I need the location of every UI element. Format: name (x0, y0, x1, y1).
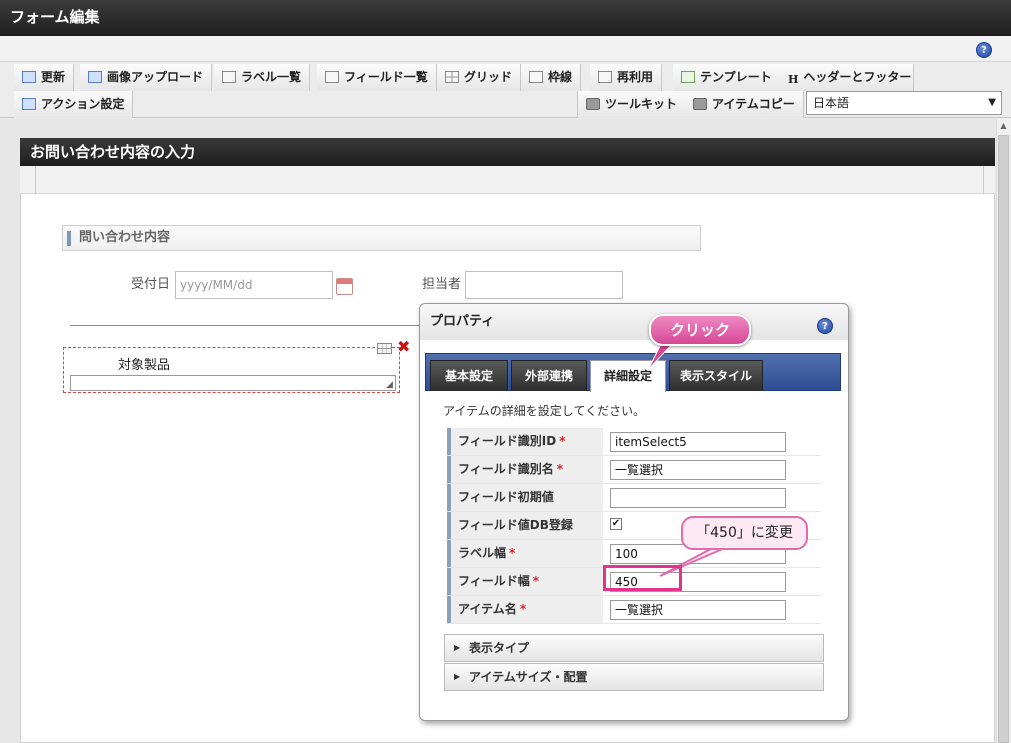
template-button[interactable]: テンプレート (673, 64, 781, 91)
delete-item-icon[interactable]: ✖ (397, 339, 410, 355)
scroll-up-icon[interactable]: ▲ (996, 121, 1011, 133)
item-copy-icon (693, 98, 707, 110)
target-product-field[interactable] (70, 375, 396, 391)
image-upload-icon (88, 71, 102, 83)
update-button[interactable]: 更新 (14, 64, 75, 91)
window-title: フォーム編集 (0, 0, 1011, 36)
refresh-icon (22, 71, 36, 83)
border-icon (529, 71, 543, 83)
language-select[interactable]: 日本語 ▼ (806, 91, 1002, 115)
assignee-label: 担当者 (422, 277, 462, 292)
border-button[interactable]: 枠線 (521, 64, 582, 91)
item-name-input[interactable]: 一覧選択 (610, 600, 786, 620)
divider-line (70, 325, 430, 326)
action-settings-button[interactable]: アクション設定 (14, 91, 134, 118)
tab-external-integration[interactable]: 外部連携 (511, 360, 587, 391)
tab-basic-settings[interactable]: 基本設定 (430, 360, 508, 391)
image-upload-button[interactable]: 画像アップロード (80, 64, 213, 91)
expand-arrow-icon: ▶ (454, 672, 461, 681)
form-header-row (20, 166, 995, 194)
target-product-label: 対象製品 (118, 358, 171, 373)
action-icon (22, 98, 36, 110)
field-initial-value-label: フィールド初期値 (458, 490, 554, 504)
item-copy-button[interactable]: アイテムコピー (685, 91, 804, 118)
received-date-input[interactable]: yyyy/MM/dd (175, 271, 333, 299)
calendar-icon[interactable] (336, 278, 353, 295)
received-date-label: 受付日 (131, 277, 171, 292)
toolkit-button[interactable]: ツールキット (577, 91, 687, 118)
toolkit-icon (586, 98, 600, 110)
resize-grip-icon[interactable]: ◢ (386, 380, 393, 390)
form-title: お問い合わせ内容の入力 (20, 138, 995, 166)
help-bar: ? (0, 36, 1011, 62)
reuse-button[interactable]: 再利用 (590, 64, 663, 91)
field-list-button[interactable]: フィールド一覧 (317, 64, 437, 91)
item-properties-icon[interactable] (377, 343, 392, 354)
click-callout: クリック (649, 314, 751, 346)
template-icon (681, 71, 695, 83)
display-type-accordion[interactable]: ▶ 表示タイプ (444, 634, 824, 662)
item-size-layout-accordion[interactable]: ▶ アイテムサイズ・配置 (444, 663, 824, 691)
expand-arrow-icon: ▶ (454, 643, 461, 652)
reuse-icon (598, 71, 612, 83)
change-value-callout: 「450」に変更 (681, 516, 808, 550)
header-footer-button[interactable]: H ヘッダーとフッター (780, 64, 914, 91)
item-name-label: アイテム名 (458, 602, 517, 616)
field-db-register-label: フィールド値DB登録 (458, 518, 573, 532)
field-id-label: フィールド識別ID (458, 434, 557, 448)
section-header[interactable]: 問い合わせ内容 (62, 225, 701, 251)
field-width-label: フィールド幅 (458, 574, 530, 588)
grid-button[interactable]: グリッド (437, 64, 522, 91)
label-list-button[interactable]: ラベル一覧 (214, 64, 311, 91)
field-name-label: フィールド識別名 (458, 462, 554, 476)
label-width-label: ラベル幅 (458, 546, 507, 560)
callout-pointers (647, 341, 735, 577)
field-width-highlight (603, 565, 682, 591)
header-footer-icon: H (788, 73, 799, 86)
field-list-icon (325, 71, 339, 83)
grid-icon (445, 71, 459, 83)
scrollbar-thumb[interactable] (998, 135, 1009, 743)
dropdown-arrow-icon: ▼ (988, 97, 996, 108)
help-icon[interactable]: ? (976, 42, 992, 58)
toolbar: 更新 画像アップロード ラベル一覧 フィールド一覧 グリッド 枠線 再利用 テン… (0, 62, 1011, 118)
assignee-input[interactable] (465, 271, 623, 299)
property-row: アイテム名 * 一覧選択 (447, 596, 821, 624)
label-list-icon (222, 71, 236, 83)
